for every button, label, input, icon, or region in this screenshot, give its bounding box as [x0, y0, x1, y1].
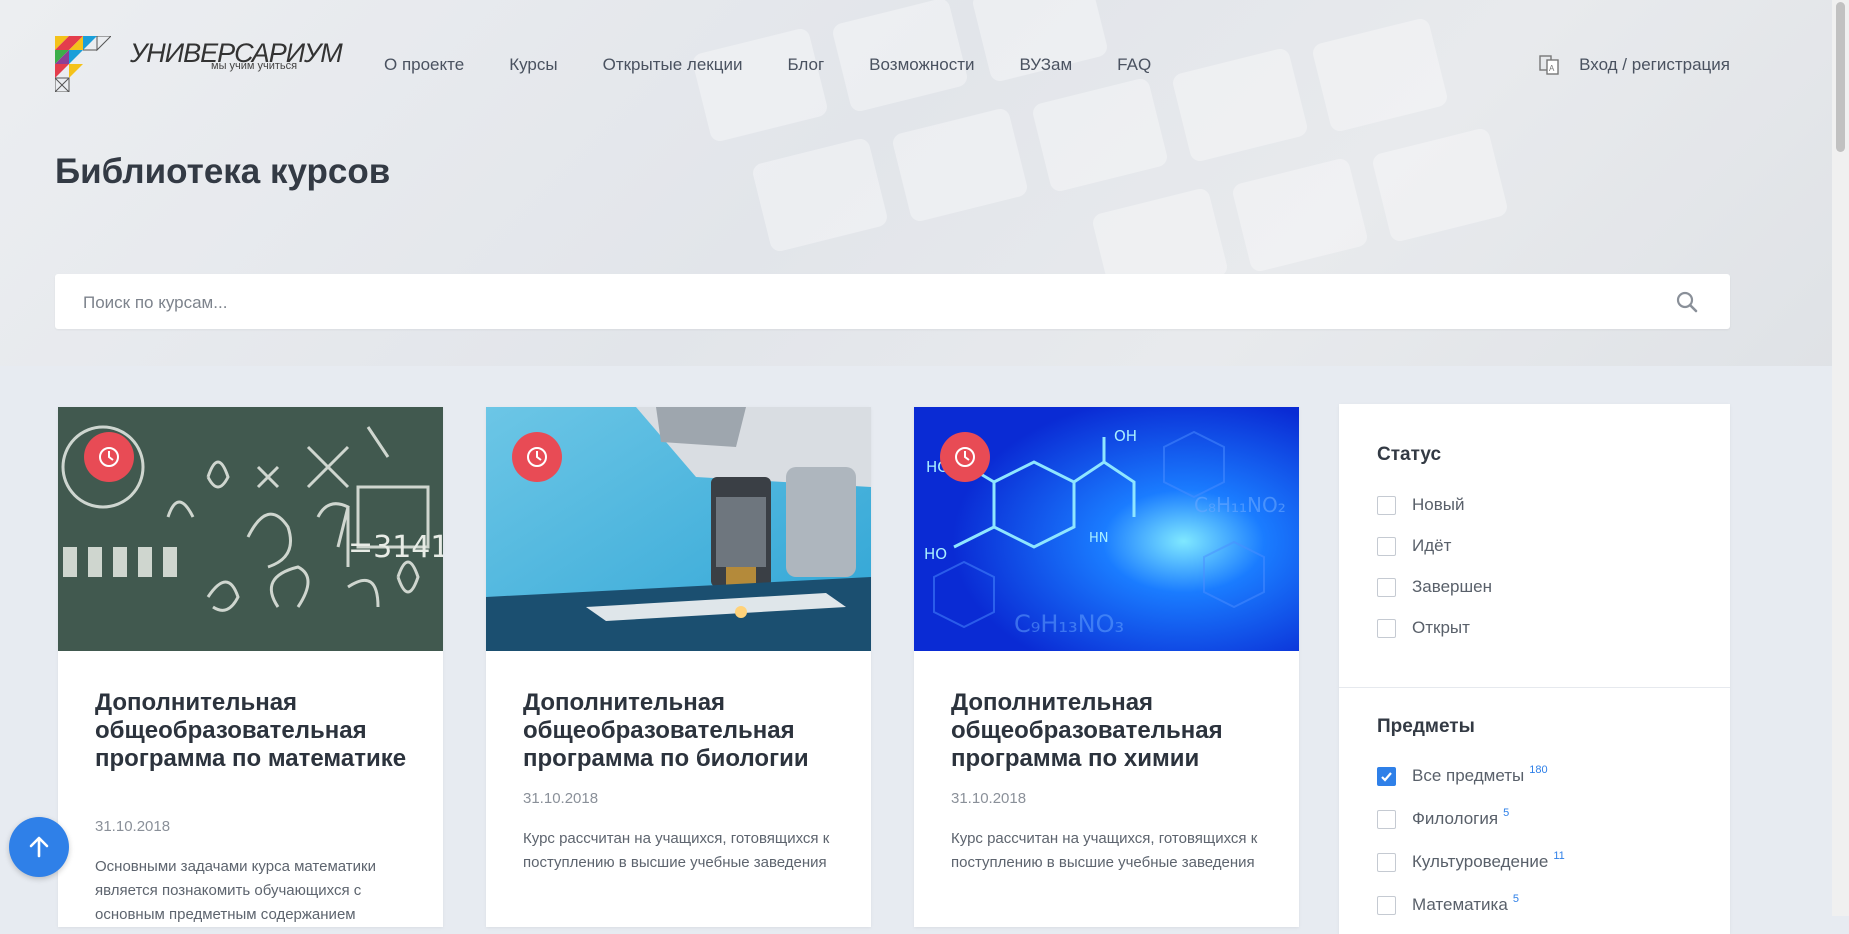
option-count: 11 [1553, 850, 1565, 862]
course-title[interactable]: Дополнительная общеобразовательная прогр… [95, 689, 415, 773]
checkbox-checked[interactable] [1377, 766, 1396, 786]
check-icon [1381, 771, 1392, 782]
course-card-biology[interactable]: Дополнительная общеобразовательная прогр… [486, 407, 871, 927]
status-option-new[interactable]: Новый [1377, 495, 1464, 515]
option-label: Культуроведение [1412, 852, 1549, 871]
option-count: 5 [1512, 893, 1519, 905]
option-label: Филология [1412, 809, 1499, 828]
svg-text:A: A [1549, 64, 1555, 73]
course-image-math: =3141 [58, 407, 443, 651]
checkbox[interactable] [1377, 852, 1396, 872]
option-label: Завершен [1412, 577, 1492, 596]
nav-item-open-lectures[interactable]: Открытые лекции [603, 55, 743, 75]
option-count: 5 [1503, 807, 1510, 819]
search-icon[interactable] [1676, 291, 1698, 313]
logo-tagline: мы учим учиться [211, 60, 298, 72]
subject-option-philology[interactable]: Филология 5 [1377, 807, 1510, 829]
option-count: 180 [1529, 764, 1548, 776]
svg-text:C₈H₁₁NO₂: C₈H₁₁NO₂ [1194, 493, 1286, 517]
nav-item-universities[interactable]: ВУЗам [1020, 55, 1073, 75]
scroll-top-button[interactable] [9, 817, 69, 877]
course-description: Основными задачами курса математики явля… [95, 858, 376, 923]
course-date: 31.10.2018 [95, 818, 171, 835]
option-label: Все предметы [1412, 766, 1525, 785]
clock-icon [940, 432, 990, 482]
svg-text:HO: HO [924, 545, 947, 563]
login-link[interactable]: A Вход / регистрация [1539, 55, 1730, 75]
checkbox[interactable] [1377, 895, 1396, 915]
checkbox[interactable] [1377, 618, 1396, 638]
status-option-open[interactable]: Открыт [1377, 618, 1470, 638]
nav-item-features[interactable]: Возможности [869, 55, 974, 75]
checkbox[interactable] [1377, 495, 1396, 515]
search-bar [55, 274, 1730, 331]
arrow-up-icon [29, 836, 49, 858]
option-label: Открыт [1412, 618, 1470, 637]
course-title[interactable]: Дополнительная общеобразовательная прогр… [523, 689, 843, 773]
course-date: 31.10.2018 [951, 790, 1027, 807]
page-title: Библиотека курсов [55, 152, 391, 191]
subjects-filter-title: Предметы [1377, 716, 1475, 737]
clock-icon [84, 432, 134, 482]
search-input[interactable] [81, 274, 1645, 331]
svg-text:OH: OH [1114, 427, 1137, 445]
option-label: Идёт [1412, 536, 1452, 555]
filters-divider [1339, 687, 1730, 688]
course-description: Курс рассчитан на учащихся, готовящихся … [523, 830, 830, 871]
status-option-finished[interactable]: Завершен [1377, 577, 1492, 597]
course-title[interactable]: Дополнительная общеобразовательная прогр… [951, 689, 1271, 773]
nav-item-blog[interactable]: Блог [787, 55, 824, 75]
filters-panel: Статус Новый Идёт Завершен Открыт Предме… [1339, 404, 1730, 934]
logo-mark-icon [54, 35, 113, 93]
login-label: Вход / регистрация [1579, 55, 1730, 74]
checkbox[interactable] [1377, 809, 1396, 829]
nav-item-courses[interactable]: Курсы [509, 55, 557, 75]
course-card-math[interactable]: =3141 Дополнительная общеобразовательная… [58, 407, 443, 927]
status-option-ongoing[interactable]: Идёт [1377, 536, 1451, 556]
checkbox[interactable] [1377, 536, 1396, 556]
option-label: Математика [1412, 895, 1508, 914]
nav-item-faq[interactable]: FAQ [1117, 55, 1151, 75]
course-image-biology [486, 407, 871, 651]
checkbox[interactable] [1377, 577, 1396, 597]
scrollbar-thumb[interactable] [1836, 2, 1845, 152]
course-date: 31.10.2018 [523, 790, 599, 807]
svg-text:HN: HN [1089, 531, 1109, 546]
main-nav: О проекте Курсы Открытые лекции Блог Воз… [384, 55, 1196, 75]
course-image-chemistry: OH HO HO HN C₈H₁₁NO₂ C₉H₁₃NO₃ [914, 407, 1299, 651]
subject-option-all[interactable]: Все предметы 180 [1377, 764, 1548, 786]
page-scrollbar[interactable] [1832, 0, 1849, 916]
nav-item-about[interactable]: О проекте [384, 55, 464, 75]
translate-icon: A [1539, 55, 1559, 75]
course-card-chemistry[interactable]: OH HO HO HN C₈H₁₁NO₂ C₉H₁₃NO₃ Дополнител… [914, 407, 1299, 927]
option-label: Новый [1412, 495, 1465, 514]
svg-text:C₉H₁₃NO₃: C₉H₁₃NO₃ [1014, 610, 1124, 638]
svg-text:=3141: =3141 [348, 530, 443, 565]
subject-option-culture[interactable]: Культуроведение 11 [1377, 850, 1565, 872]
clock-icon [512, 432, 562, 482]
subject-option-math[interactable]: Математика 5 [1377, 893, 1519, 915]
course-description: Курс рассчитан на учащихся, готовящихся … [951, 830, 1258, 871]
status-filter-title: Статус [1377, 444, 1442, 465]
